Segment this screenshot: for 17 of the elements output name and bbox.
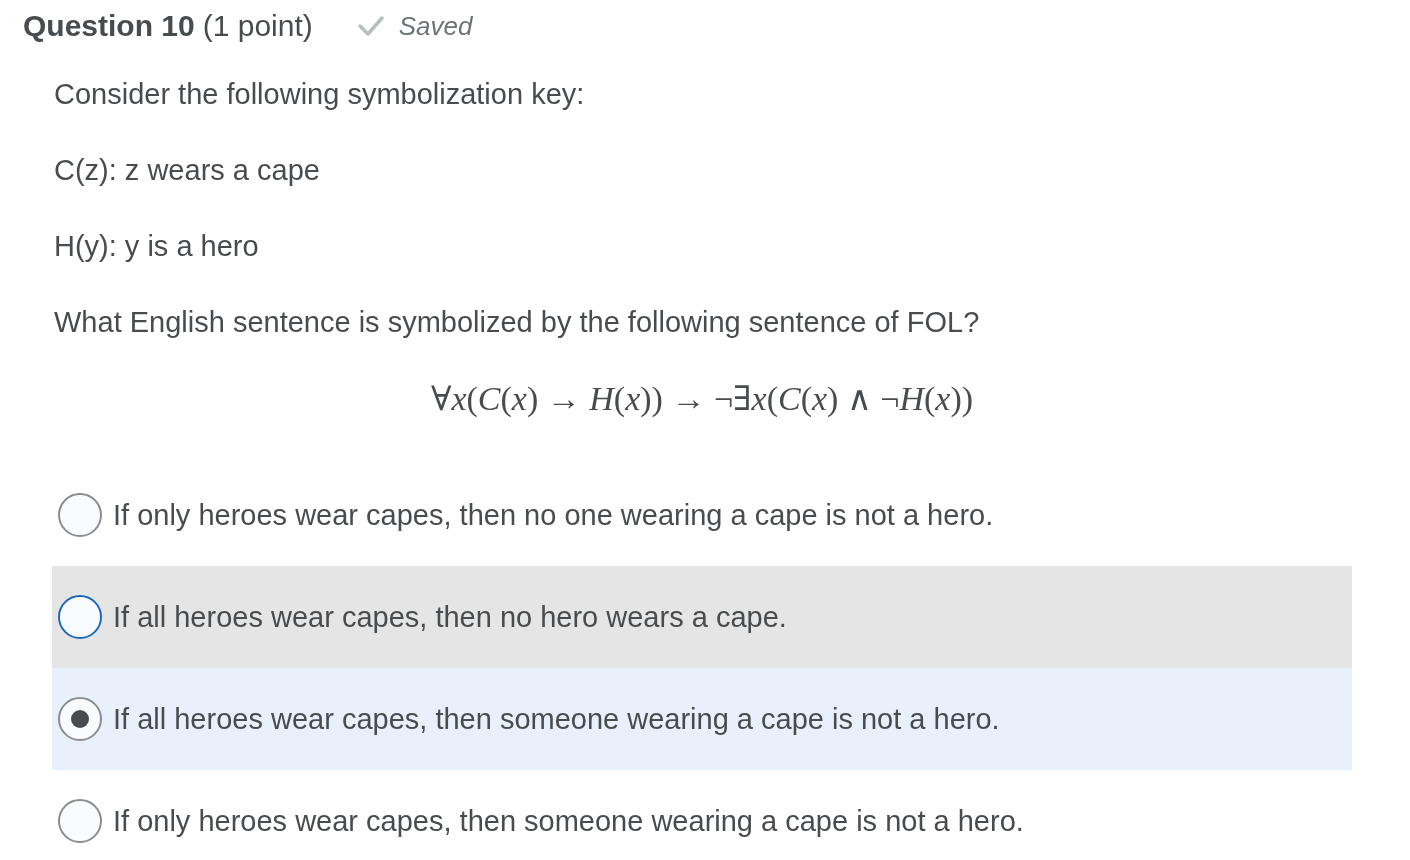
answer-option[interactable]: If only heroes wear capes, then no one wearing a cape is not a hero.	[52, 464, 1352, 566]
question-text: C(z): z wears a cape	[53, 152, 321, 188]
question-text: H(y): y is a hero	[53, 228, 260, 264]
radio-button[interactable]	[58, 799, 102, 843]
checkmark-icon	[356, 15, 385, 37]
radio-button[interactable]	[58, 697, 102, 741]
answer-option[interactable]: If all heroes wear capes, then someone wearing a cape is not a hero.	[52, 668, 1352, 770]
question-points: (1 point)	[202, 9, 313, 43]
answer-option[interactable]: If all heroes wear capes, then no hero wears a cape.	[52, 566, 1352, 668]
radio-button[interactable]	[58, 493, 102, 537]
question-text: What English sentence is symbolized by the following sentence of FOL?	[53, 304, 981, 340]
question-text: Consider the following symbolization key:	[53, 76, 586, 112]
radio-button[interactable]	[58, 595, 102, 639]
formula: ∀x(C(x) → H(x)) → ¬∃x(C(x) ∧ ¬H(x))	[430, 379, 974, 418]
answer-option[interactable]: If only heroes wear capes, then someone wearing a cape is not a hero.	[52, 770, 1352, 860]
question-title: Question 10	[23, 9, 195, 43]
saved-status: Saved	[398, 10, 473, 42]
